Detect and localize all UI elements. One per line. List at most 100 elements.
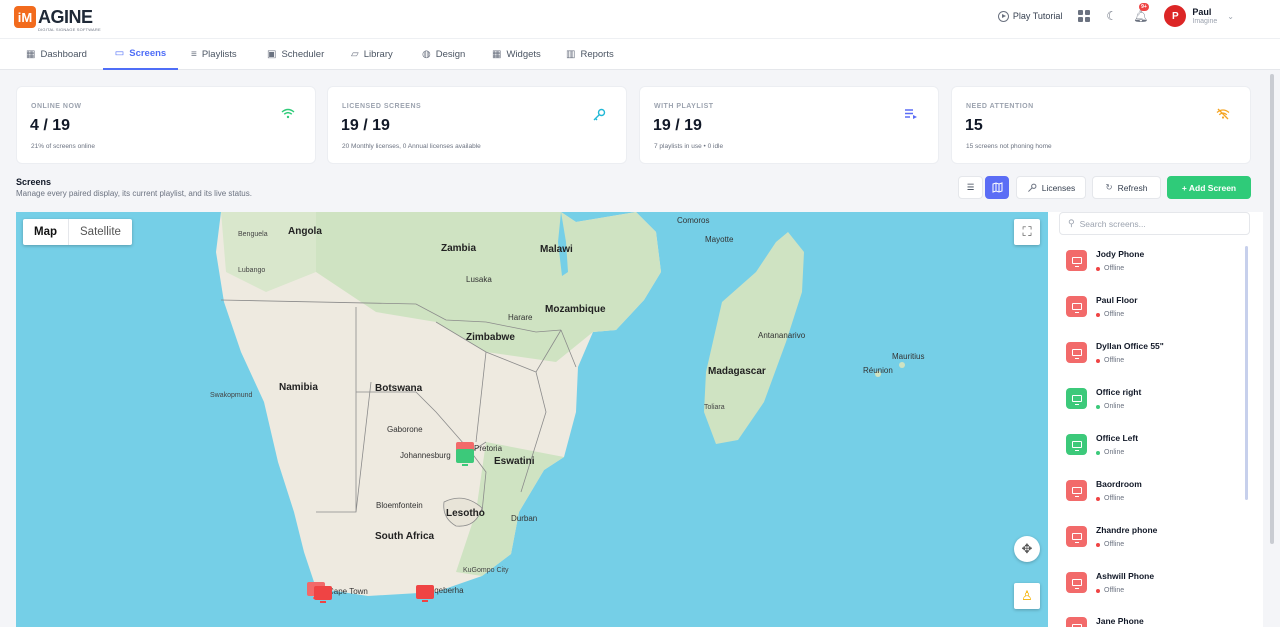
screen-marker-offline[interactable]: [416, 585, 434, 602]
map-type-satellite-button[interactable]: Satellite: [69, 219, 132, 245]
search-input[interactable]: [1079, 218, 1240, 229]
tab-reports[interactable]: ▥ Reports: [566, 39, 614, 70]
list-item[interactable]: Jane Phone: [1066, 615, 1246, 627]
screens-map[interactable]: Map Satellite ⛶ ✥ ♙ Angola Zambia Malawi…: [16, 212, 1048, 627]
tab-design[interactable]: ◍ Design: [422, 39, 465, 70]
list-item[interactable]: Baordroom Offline: [1066, 478, 1246, 518]
monitor-icon: ▭: [114, 48, 125, 59]
status-dot: [1096, 588, 1100, 593]
map-label-city: Lubango: [238, 267, 266, 274]
map-label-country: Lesotho: [446, 508, 485, 519]
screen-marker-offline[interactable]: [314, 586, 332, 603]
key-icon: [1027, 183, 1037, 192]
apps-grid-icon[interactable]: [1078, 10, 1091, 22]
status-dot: [1096, 450, 1100, 455]
fullscreen-icon[interactable]: ⛶: [1014, 219, 1040, 245]
map-label-city: Mayotte: [705, 235, 734, 244]
tab-playlists[interactable]: ≡ Playlists: [191, 39, 237, 70]
list-item[interactable]: Office right Online: [1066, 386, 1246, 426]
map-label-country: Botswana: [375, 383, 423, 394]
list-item[interactable]: Ashwill Phone Offline: [1066, 570, 1246, 610]
user-name: Paul: [1192, 6, 1212, 17]
logo-mark: iM: [14, 6, 36, 28]
tab-widgets[interactable]: ▦ Widgets: [492, 39, 541, 70]
tab-label: Dashboard: [40, 49, 87, 60]
list-view-button[interactable]: ☰: [958, 176, 983, 199]
avatar: P: [1164, 5, 1187, 27]
top-bar: iM AGINE DIGITAL SIGNAGE SOFTWARE Play T…: [0, 0, 1280, 38]
map-label-city: Benguela: [238, 231, 268, 238]
status-dot: [1096, 542, 1100, 547]
list-item[interactable]: Paul Floor Offline: [1066, 294, 1246, 334]
map-type-map-button[interactable]: Map: [23, 219, 69, 245]
screen-name: Jane Phone: [1096, 616, 1144, 626]
screen-status: Online: [1104, 403, 1125, 410]
dark-mode-moon-icon[interactable]: ☾: [1106, 9, 1117, 23]
monitor-icon: [1066, 388, 1087, 409]
stat-label: NEED ATTENTION: [966, 103, 1034, 110]
monitor-icon: [1066, 526, 1087, 547]
map-label-country: Eswatini: [494, 456, 535, 467]
wifi-off-icon: [1216, 108, 1230, 123]
page-scrollbar[interactable]: [1270, 74, 1274, 544]
list-item[interactable]: Office Left Online: [1066, 432, 1246, 472]
play-circle-icon: [997, 10, 1009, 22]
palette-icon: ◍: [422, 49, 431, 60]
calendar-icon: ▣: [267, 49, 277, 60]
monitor-icon: [1066, 250, 1087, 271]
screen-name: Jody Phone: [1096, 249, 1145, 259]
status-dot: [1096, 312, 1100, 317]
street-view-pegman-icon[interactable]: ♙: [1014, 583, 1040, 609]
tab-dashboard[interactable]: ▦ Dashboard: [26, 39, 87, 70]
screen-status: Offline: [1104, 587, 1125, 594]
map-pan-control-icon[interactable]: ✥: [1014, 536, 1040, 562]
screen-status: Offline: [1104, 357, 1125, 364]
monitor-icon: [1066, 480, 1087, 501]
list-item[interactable]: Dyllan Office 55" Offline: [1066, 340, 1246, 380]
stat-subtext: 7 playlists in use • 0 idle: [654, 143, 724, 150]
tab-label: Reports: [580, 49, 614, 60]
tab-library[interactable]: ▱ Library: [351, 39, 393, 70]
tab-label: Design: [435, 49, 466, 60]
dashboard-icon: ▦: [26, 49, 36, 60]
stat-value: 19 / 19: [341, 117, 390, 134]
refresh-button[interactable]: ↻ Refresh: [1092, 176, 1161, 199]
tab-label: Playlists: [201, 49, 237, 60]
map-view-button[interactable]: [985, 176, 1009, 199]
list-item[interactable]: Jody Phone Offline: [1066, 248, 1246, 288]
map-label-city: Comoros: [677, 216, 710, 225]
map-label-city: Pretoria: [474, 444, 503, 453]
tab-label: Scheduler: [281, 49, 325, 60]
map-label-country: Namibia: [279, 382, 318, 393]
list-item[interactable]: Zhandre phone Offline: [1066, 524, 1246, 564]
screen-name: Paul Floor: [1096, 295, 1138, 305]
notifications-bell-icon[interactable]: 🔔︎ 9+: [1133, 3, 1149, 23]
play-tutorial-button[interactable]: Play Tutorial: [997, 10, 1062, 22]
monitor-icon: [1066, 572, 1087, 593]
map-land-shapes: [216, 212, 905, 596]
user-menu[interactable]: P Paul Imagine ⌄: [1164, 5, 1234, 27]
search-icon: ⚲: [1068, 218, 1075, 228]
list-scrollbar[interactable]: [1245, 246, 1248, 500]
chart-icon: ▥: [566, 49, 576, 60]
stat-label: WITH PLAYLIST: [654, 103, 714, 110]
screen-name: Zhandre phone: [1096, 525, 1158, 535]
monitor-icon: [1066, 434, 1087, 455]
add-screen-button[interactable]: + Add Screen: [1167, 176, 1251, 199]
licenses-button[interactable]: Licenses: [1016, 176, 1086, 199]
screen-marker-online[interactable]: [456, 449, 474, 466]
map-label-country: Zambia: [441, 243, 477, 254]
stat-subtext: 20 Monthly licenses, 0 Annual licenses a…: [342, 143, 481, 150]
map-label-city: Swakopmund: [210, 392, 253, 399]
map-label-city: Mauritius: [892, 352, 925, 361]
tab-scheduler[interactable]: ▣ Scheduler: [267, 39, 324, 70]
map-label-country: Mozambique: [545, 304, 606, 315]
screen-name: Ashwill Phone: [1096, 571, 1155, 581]
map-label-city: Réunion: [863, 366, 893, 375]
stat-value: 15: [965, 117, 983, 134]
app-logo[interactable]: iM AGINE DIGITAL SIGNAGE SOFTWARE: [14, 6, 101, 32]
screen-status: Offline: [1104, 265, 1125, 272]
map-label-city: Johannesburg: [400, 451, 451, 460]
stat-label: ONLINE NOW: [31, 103, 82, 110]
tab-screens[interactable]: ▭ Screens: [103, 39, 178, 70]
